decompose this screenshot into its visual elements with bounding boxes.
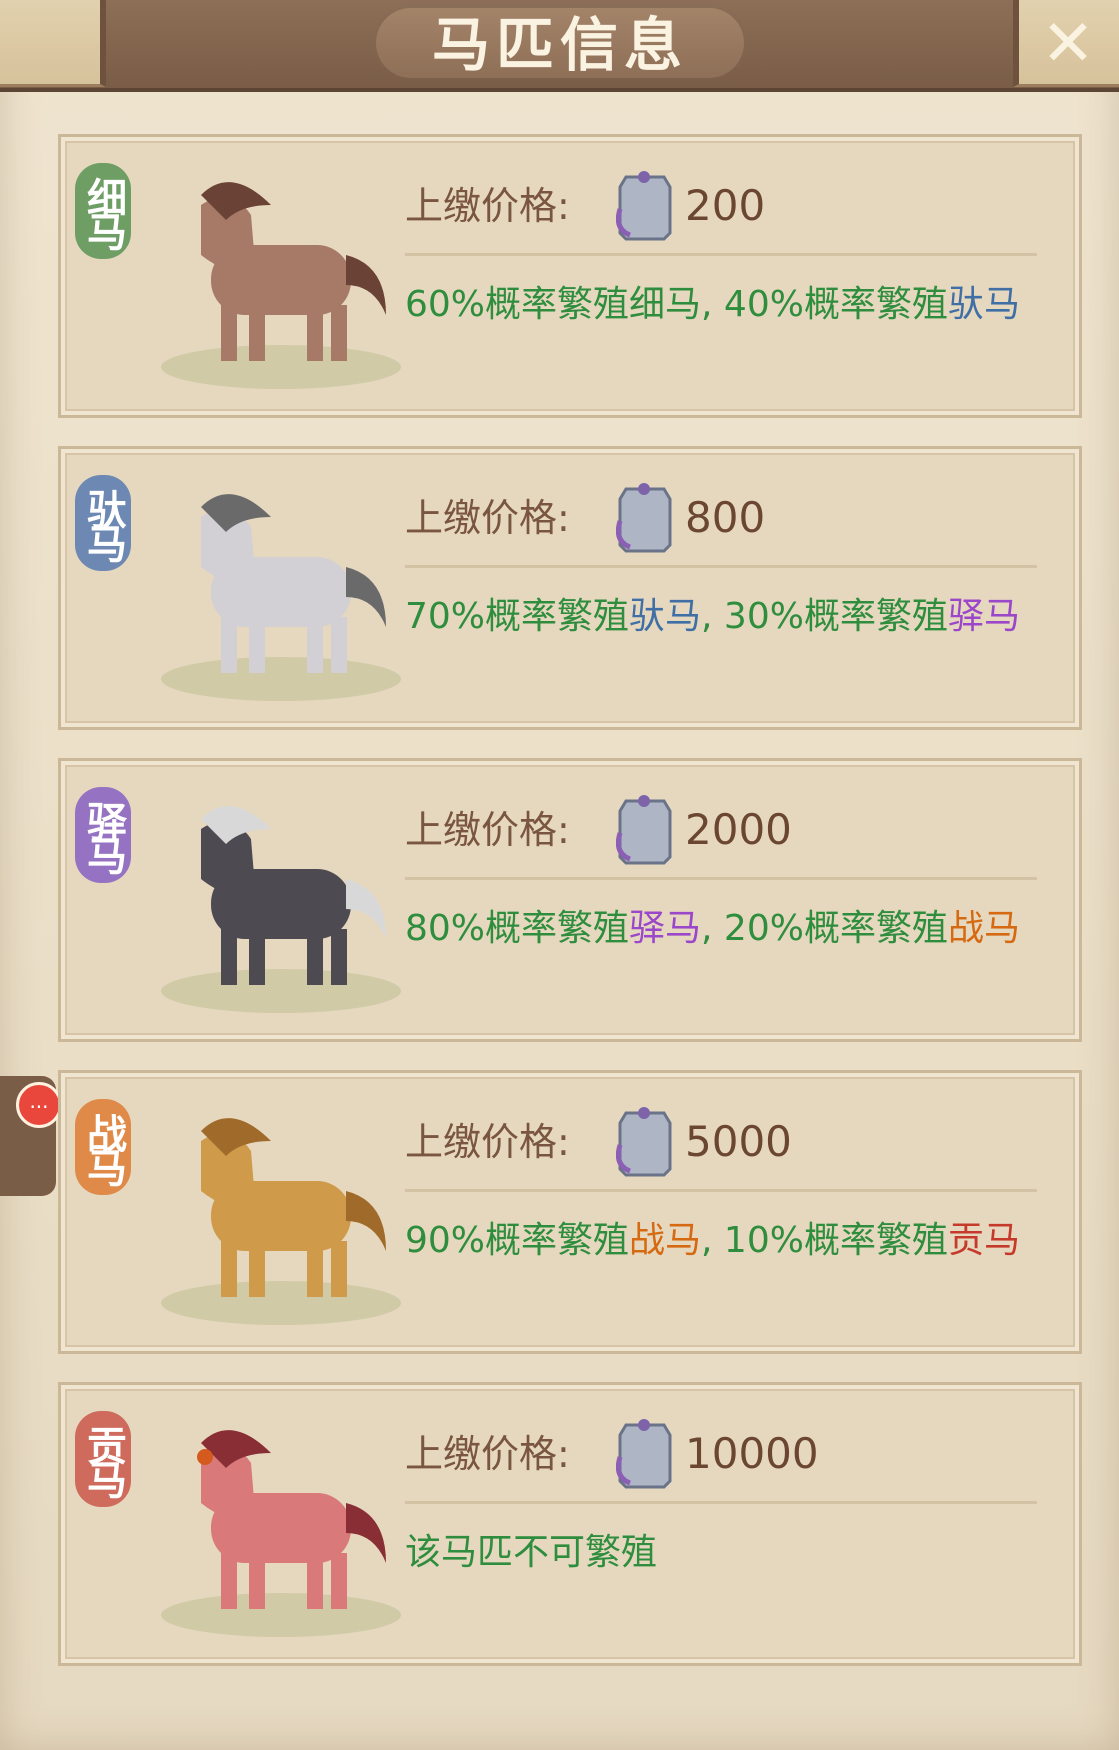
price-label: 上缴价格: [405,496,570,540]
horse-type-badge: 贡马 [75,1411,131,1507]
horse-image [161,182,401,389]
breed-info: 70%概率繁殖驮马, 30%概率繁殖驿马 [405,587,1020,639]
horse-card: 战马 上缴价格: 5000 90%概率繁殖战马, 10%概率繁殖贡马 [58,1070,1082,1354]
price-value: 2000 [685,805,792,854]
horse-card: 细马 上缴价格: 200 60%概率繁殖细马, 40%概率繁殖驮马 [58,134,1082,418]
horse-image [161,1430,401,1637]
divider [405,253,1037,256]
breed-result-secondary: 驿马 [947,596,1020,637]
breed-info: 该马匹不可繁殖 [405,1532,658,1573]
page-title: 马匹信息 [431,11,688,79]
divider [405,877,1037,880]
price-label: 上缴价格: [405,1120,570,1164]
silver-token-icon [616,1419,672,1489]
price-label: 上缴价格: [405,1432,570,1476]
breed-result-primary: 战马 [629,1220,702,1261]
divider [405,1501,1037,1504]
silver-token-icon [616,795,672,865]
breed-info: 90%概率繁殖战马, 10%概率繁殖贡马 [405,1211,1020,1263]
breed-text: 80%概率繁殖 [405,908,630,949]
divider [405,565,1037,568]
horse-type-badge: 战马 [75,1099,131,1195]
horse-type-badge: 细马 [75,163,131,259]
breed-result-primary: 驮马 [629,596,702,637]
close-icon: ✕ [1041,7,1095,81]
breed-text: 90%概率繁殖 [405,1220,630,1261]
close-button[interactable]: ✕ [1023,7,1113,81]
horse-card: 贡马 上缴价格: 10000 该马匹不可繁殖 [58,1382,1082,1666]
horse-image [161,1118,401,1325]
breed-info: 80%概率繁殖驿马, 20%概率繁殖战马 [405,899,1020,951]
price-value: 10000 [685,1429,819,1478]
breed-text: 60%概率繁殖 [405,284,630,325]
breed-text: 70%概率繁殖 [405,596,630,637]
silver-token-icon [616,483,672,553]
breed-result-secondary: 贡马 [947,1220,1020,1261]
notification-badge: ... [16,1082,62,1128]
horse-type-badge: 驮马 [75,475,131,571]
header-left-ornament [0,0,106,87]
horse-card: 驮马 上缴价格: 800 70%概率繁殖驮马, 30%概率繁殖驿马 [58,446,1082,730]
horse-image [161,806,401,1013]
price-value: 200 [685,181,766,230]
price-value: 800 [685,493,766,542]
horse-type-badge: 驿马 [75,787,131,883]
breed-text: , 40%概率繁殖 [701,284,948,325]
horse-image [161,494,401,701]
horse-card: 驿马 上缴价格: 2000 80%概率繁殖驿马, 20%概率繁殖战马 [58,758,1082,1042]
divider [405,1189,1037,1192]
breed-info: 60%概率繁殖细马, 40%概率繁殖驮马 [405,275,1020,327]
side-notification-tab[interactable]: ... [0,1076,62,1196]
price-label: 上缴价格: [405,808,570,852]
silver-token-icon [616,1107,672,1177]
breed-result-primary: 细马 [629,284,702,325]
breed-text: , 20%概率繁殖 [701,908,948,949]
price-label: 上缴价格: [405,184,570,228]
breed-text: , 30%概率繁殖 [701,596,948,637]
breed-result-secondary: 驮马 [947,284,1020,325]
breed-text: , 10%概率繁殖 [701,1220,948,1261]
silver-token-icon [616,171,672,241]
breed-result-primary: 驿马 [629,908,702,949]
price-value: 5000 [685,1117,792,1166]
breed-result-secondary: 战马 [947,908,1020,949]
header-bar: 马匹信息 ✕ [0,0,1119,92]
